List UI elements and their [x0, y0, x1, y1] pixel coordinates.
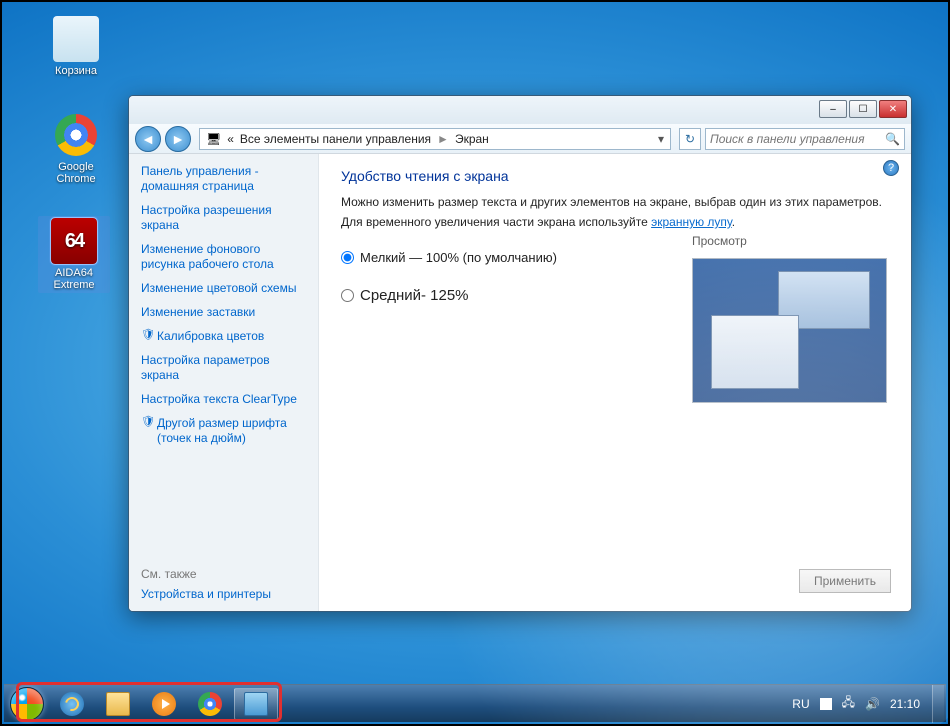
- tray-volume-icon[interactable]: 🔊: [865, 697, 880, 711]
- see-also-devices-printers[interactable]: Устройства и принтеры: [141, 587, 271, 601]
- tray-clock[interactable]: 21:10: [890, 697, 920, 711]
- sidebar: Панель управления - домашняя страница На…: [129, 154, 319, 611]
- sidebar-item-dpi[interactable]: Другой размер шрифта (точек на дюйм): [141, 416, 306, 446]
- forward-button[interactable]: ►: [165, 126, 191, 152]
- radio-medium[interactable]: [341, 289, 354, 302]
- breadcrumb-root[interactable]: Все элементы панели управления: [240, 132, 431, 146]
- navigation-toolbar: ◄ ► 🖥 « Все элементы панели управления ►…: [129, 124, 911, 154]
- sidebar-see-also: См. также Устройства и принтеры: [141, 567, 306, 601]
- tray-lang[interactable]: RU: [792, 697, 809, 711]
- monitor-icon: 🖥: [206, 132, 221, 146]
- sidebar-item-color-calibration[interactable]: Калибровка цветов: [141, 329, 306, 344]
- radio-small[interactable]: [341, 251, 354, 264]
- sidebar-item-wallpaper[interactable]: Изменение фонового рисунка рабочего стол…: [141, 242, 306, 272]
- icon-label: Корзина: [40, 65, 112, 77]
- window-titlebar[interactable]: – ☐ ✕: [129, 96, 911, 124]
- address-bar[interactable]: 🖥 « Все элементы панели управления ► Экр…: [199, 128, 671, 150]
- page-title: Удобство чтения с экрана: [341, 168, 893, 184]
- start-button[interactable]: [6, 685, 48, 723]
- preview-monitor-image: [692, 258, 887, 403]
- refresh-button[interactable]: ↻: [679, 128, 701, 150]
- aida64-icon: 64: [51, 218, 97, 264]
- back-button[interactable]: ◄: [135, 126, 161, 152]
- taskbar-ie[interactable]: [50, 688, 94, 720]
- sidebar-item-screensaver[interactable]: Изменение заставки: [141, 305, 306, 320]
- taskbar-chrome[interactable]: [188, 688, 232, 720]
- preview-label: Просмотр: [692, 234, 887, 248]
- show-desktop-button[interactable]: [932, 685, 944, 723]
- control-panel-window: – ☐ ✕ ◄ ► 🖥 « Все элементы панели управл…: [128, 95, 912, 612]
- search-input[interactable]: [710, 132, 885, 146]
- apply-button[interactable]: Применить: [799, 569, 891, 593]
- tray-network-icon[interactable]: 🖧: [842, 693, 855, 714]
- help-icon[interactable]: ?: [883, 160, 899, 176]
- desktop: Корзина Google Chrome 64 AIDA64 Extreme …: [0, 0, 950, 726]
- tray-flag-icon[interactable]: [820, 698, 832, 710]
- breadcrumb-leaf[interactable]: Экран: [455, 132, 489, 146]
- recycle-bin-icon: [53, 16, 99, 62]
- sidebar-item-cleartype[interactable]: Настройка текста ClearType: [141, 392, 306, 407]
- media-player-icon: [152, 692, 176, 716]
- close-button[interactable]: ✕: [879, 100, 907, 118]
- ie-icon: [60, 692, 84, 716]
- taskbar-explorer[interactable]: [96, 688, 140, 720]
- desktop-icon-aida64[interactable]: 64 AIDA64 Extreme: [38, 216, 110, 293]
- sidebar-item-home[interactable]: Панель управления - домашняя страница: [141, 164, 306, 194]
- maximize-button[interactable]: ☐: [849, 100, 877, 118]
- see-also-header: См. также: [141, 567, 306, 581]
- chrome-icon: [198, 692, 222, 716]
- minimize-button[interactable]: –: [819, 100, 847, 118]
- desktop-icon-chrome[interactable]: Google Chrome: [40, 112, 112, 185]
- desktop-icon-recycle-bin[interactable]: Корзина: [40, 16, 112, 77]
- page-desc-1: Можно изменить размер текста и других эл…: [341, 194, 893, 210]
- content-pane: ? Удобство чтения с экрана Можно изменит…: [319, 154, 911, 611]
- magnifier-link[interactable]: экранную лупу: [651, 215, 732, 229]
- sidebar-links: Панель управления - домашняя страница На…: [141, 164, 306, 455]
- taskbar-media-player[interactable]: [142, 688, 186, 720]
- search-icon[interactable]: 🔍: [885, 132, 900, 146]
- folder-icon: [106, 692, 130, 716]
- breadcrumb-prefix: «: [227, 132, 234, 146]
- icon-label: Google Chrome: [40, 161, 112, 185]
- taskbar: RU 🖧 🔊 21:10: [4, 684, 946, 722]
- taskbar-control-panel[interactable]: [234, 688, 278, 720]
- page-desc-2: Для временного увеличения части экрана и…: [341, 214, 893, 230]
- system-tray: RU 🖧 🔊 21:10: [784, 693, 928, 714]
- preview-panel: Просмотр: [692, 234, 887, 403]
- sidebar-item-resolution[interactable]: Настройка разрешения экрана: [141, 203, 306, 233]
- breadcrumb-sep: ►: [437, 132, 449, 146]
- sidebar-item-display-settings[interactable]: Настройка параметров экрана: [141, 353, 306, 383]
- windows-orb-icon: [10, 687, 44, 721]
- chrome-icon: [53, 112, 99, 158]
- control-panel-icon: [244, 692, 268, 716]
- address-dropdown-icon[interactable]: ▾: [658, 132, 664, 146]
- search-box[interactable]: 🔍: [705, 128, 905, 150]
- icon-label: AIDA64 Extreme: [38, 267, 110, 291]
- sidebar-item-colorscheme[interactable]: Изменение цветовой схемы: [141, 281, 306, 296]
- window-body: Панель управления - домашняя страница На…: [129, 154, 911, 611]
